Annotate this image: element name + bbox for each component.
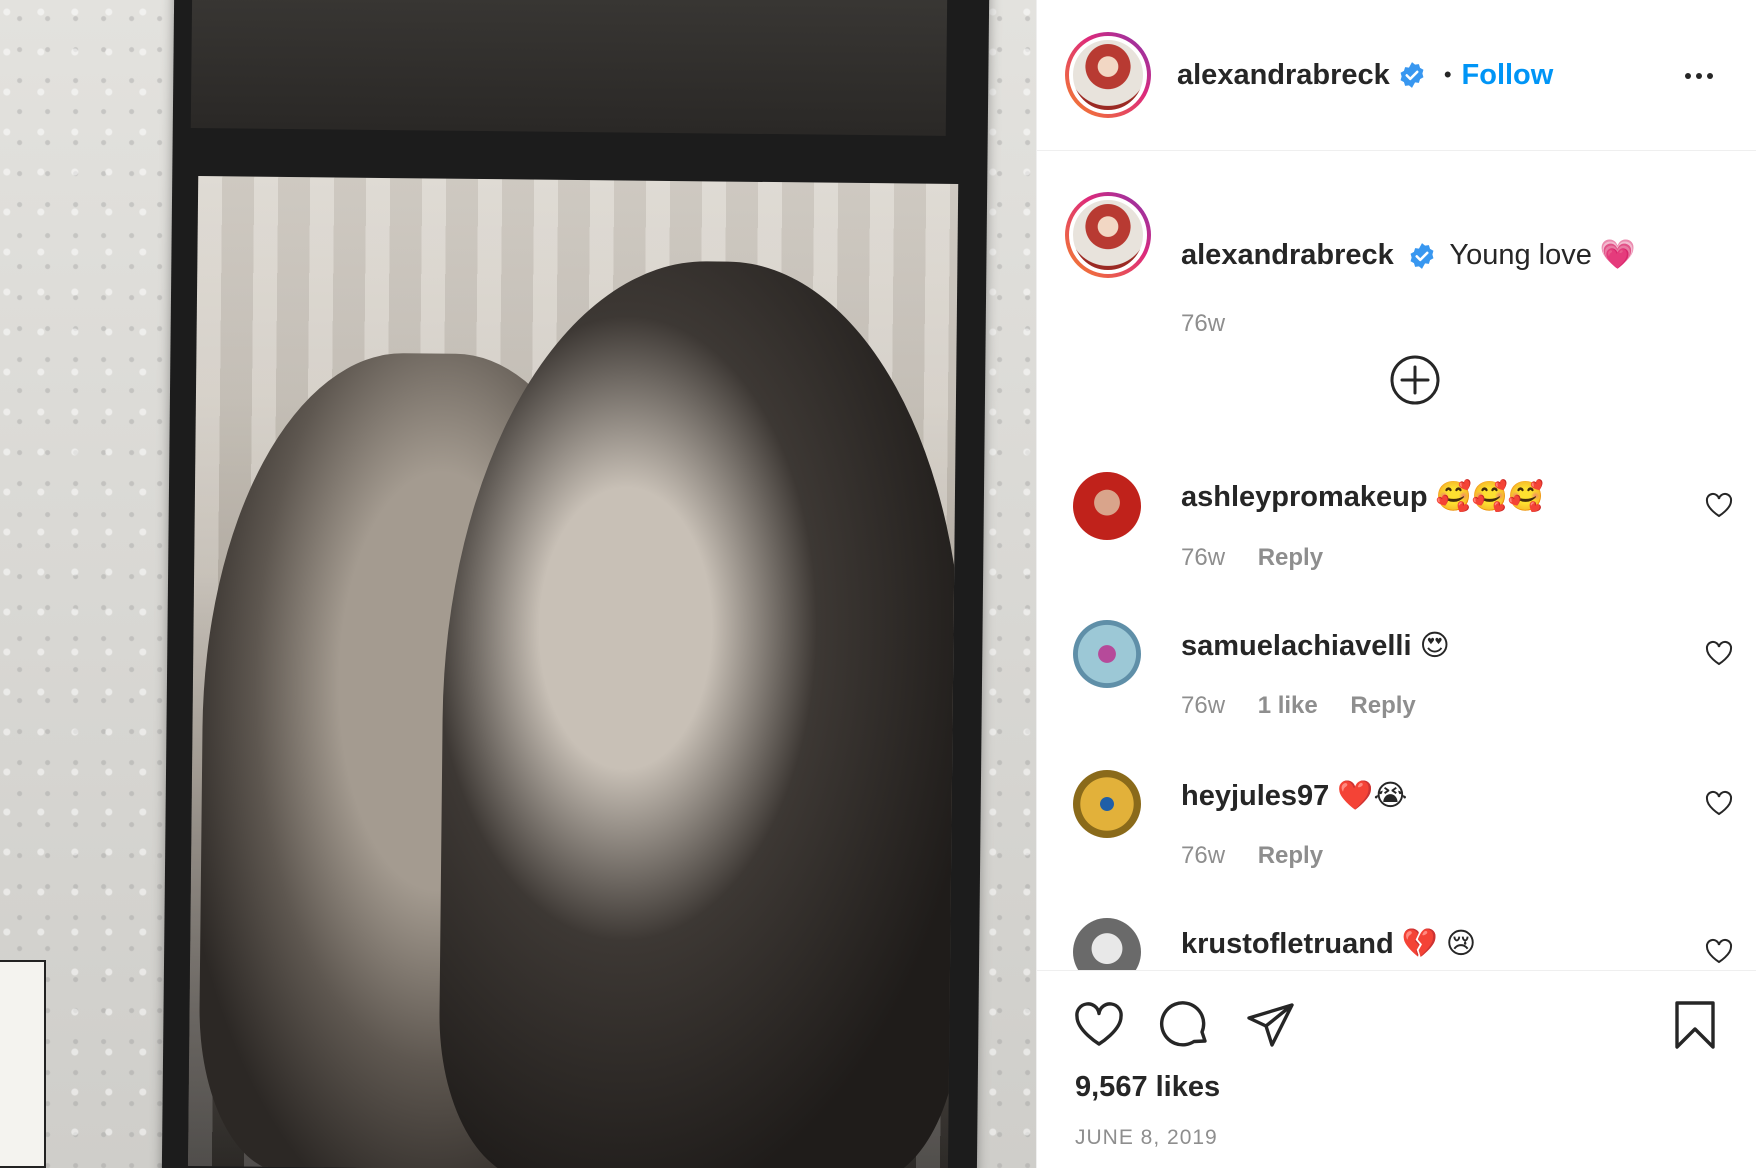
heart-icon[interactable] (1705, 640, 1733, 666)
comment-username[interactable]: heyjules97 (1181, 780, 1329, 812)
comment-timestamp[interactable]: 76w (1181, 692, 1225, 719)
comment-meta: 76w 1 like Reply (1181, 692, 1442, 720)
paper-plane-icon[interactable] (1245, 999, 1297, 1051)
comment-text: heyjules97 ❤️😭 (1181, 778, 1407, 813)
author-username[interactable]: alexandrabreck (1177, 59, 1390, 92)
comment-item: heyjules97 ❤️😭 76w Reply (1073, 770, 1733, 900)
author-avatar[interactable] (1065, 32, 1151, 118)
likes-count[interactable]: 9,567 likes (1075, 1071, 1220, 1104)
comment-meta: 76w Reply (1181, 544, 1349, 572)
comment-username[interactable]: ashleypromakeup (1181, 481, 1428, 513)
comment-body: 😍 (1419, 630, 1450, 662)
comment-likes-count[interactable]: 1 like (1258, 692, 1318, 719)
separator-dot: • (1443, 62, 1452, 87)
comment-username[interactable]: krustofletruand (1181, 928, 1394, 960)
caption-username[interactable]: alexandrabreck (1181, 239, 1394, 271)
comment-timestamp[interactable]: 76w (1181, 842, 1225, 869)
reply-button[interactable]: Reply (1350, 692, 1415, 719)
wall-label-card (0, 960, 46, 1168)
more-options-icon[interactable] (1682, 64, 1716, 88)
photo-strip-main-frame (187, 176, 959, 1168)
comment-username[interactable]: samuelachiavelli (1181, 630, 1412, 662)
comment-text: samuelachiavelli 😍 (1181, 628, 1450, 663)
comment-avatar[interactable] (1073, 472, 1141, 540)
photo-booth-strip (161, 0, 990, 1168)
verified-badge-icon (1400, 62, 1424, 88)
caption-avatar-image (1069, 196, 1147, 274)
reply-button[interactable]: Reply (1258, 842, 1323, 869)
comment-body: 💔 😢 (1401, 928, 1477, 960)
heart-icon[interactable] (1073, 999, 1125, 1051)
comment-item: samuelachiavelli 😍 76w 1 like Reply (1073, 620, 1733, 750)
comment-body: ❤️😭 (1337, 780, 1408, 812)
reply-button[interactable]: Reply (1258, 544, 1323, 571)
comment-timestamp[interactable]: 76w (1181, 544, 1225, 571)
comment-item: krustofletruand 💔 😢 (1073, 918, 1733, 970)
comment-text: krustofletruand 💔 😢 (1181, 926, 1476, 961)
bookmark-icon[interactable] (1669, 999, 1721, 1051)
verified-badge-icon (1410, 243, 1434, 270)
comment-avatar[interactable] (1073, 620, 1141, 688)
comment-item: ashleypromakeup 🥰🥰🥰 76w Reply (1073, 472, 1733, 602)
photo-strip-top-frame (190, 0, 948, 136)
comment-meta: 76w Reply (1181, 842, 1349, 870)
heart-icon[interactable] (1705, 790, 1733, 816)
comment-body: 🥰🥰🥰 (1435, 481, 1544, 513)
heart-icon[interactable] (1705, 938, 1733, 964)
post-header: alexandrabreck • Follow (1037, 0, 1756, 151)
caption-timestamp[interactable]: 76w (1181, 310, 1225, 338)
comments-list[interactable]: alexandrabreck Young love 💗 76w ashleypr… (1037, 152, 1756, 970)
caption-text: Young love 💗 (1449, 239, 1637, 271)
post-actions-bar: 9,567 likes JUNE 8, 2019 (1037, 970, 1756, 1168)
post-date[interactable]: JUNE 8, 2019 (1075, 1126, 1218, 1150)
author-avatar-image (1069, 36, 1147, 114)
caption-avatar[interactable] (1065, 192, 1151, 278)
post-side-panel: alexandrabreck • Follow alexandrabreck Y… (1036, 0, 1756, 1168)
comment-avatar[interactable] (1073, 770, 1141, 838)
comment-text: ashleypromakeup 🥰🥰🥰 (1181, 480, 1544, 514)
comment-bubble-icon[interactable] (1159, 999, 1211, 1051)
heart-icon[interactable] (1705, 492, 1733, 518)
caption-body: alexandrabreck Young love 💗 (1181, 238, 1636, 272)
comment-avatar[interactable] (1073, 918, 1141, 970)
plus-circle-icon[interactable] (1389, 354, 1441, 406)
post-photo[interactable] (0, 0, 1036, 1168)
follow-button[interactable]: Follow (1462, 59, 1554, 92)
